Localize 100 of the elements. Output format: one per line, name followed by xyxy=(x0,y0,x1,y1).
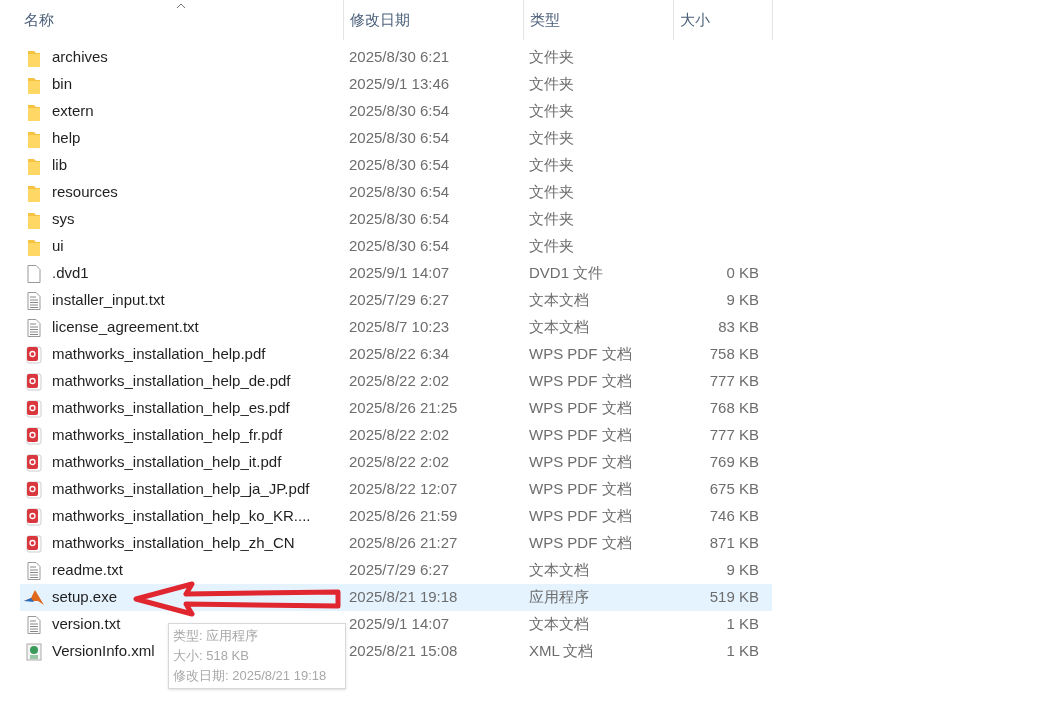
file-size: 746 KB xyxy=(709,506,759,527)
modified-date: 2025/8/30 6:54 xyxy=(349,236,451,257)
file-type: 文本文档 xyxy=(529,290,590,311)
modified-date: 2025/8/21 19:18 xyxy=(349,587,459,608)
modified-date: 2025/8/21 15:08 xyxy=(349,641,459,662)
file-name: ui xyxy=(52,236,64,257)
folder-icon xyxy=(28,237,40,256)
pdf-icon xyxy=(26,426,42,445)
file-type: 文件夹 xyxy=(529,74,575,95)
file-type: 文本文档 xyxy=(529,317,590,338)
file-name: VersionInfo.xml xyxy=(52,641,155,662)
file-name: bin xyxy=(52,74,73,95)
file-name: extern xyxy=(52,101,94,122)
peak-surface-icon xyxy=(24,588,44,607)
file-type: XML 文档 xyxy=(529,641,595,662)
file-size: 758 KB xyxy=(709,344,759,365)
column-header[interactable]: 类型 xyxy=(523,0,673,40)
folder-icon xyxy=(28,102,40,121)
text-file-icon xyxy=(27,291,41,310)
modified-date: 2025/8/26 21:59 xyxy=(349,506,459,527)
modified-date: 2025/8/26 21:27 xyxy=(349,533,459,554)
file-type: WPS PDF 文档 xyxy=(529,479,633,500)
file-name: mathworks_installation_help_zh_CN xyxy=(52,533,295,554)
text-file-icon xyxy=(27,615,41,634)
file-type: WPS PDF 文档 xyxy=(529,371,633,392)
file-name: mathworks_installation_help_de.pdf xyxy=(52,371,291,392)
file-name: license_agreement.txt xyxy=(52,317,199,338)
file-size: 83 KB xyxy=(718,317,759,338)
modified-date: 2025/8/30 6:54 xyxy=(349,182,451,203)
column-header[interactable]: 修改日期 xyxy=(343,0,523,40)
modified-date: 2025/9/1 14:07 xyxy=(349,614,451,635)
pdf-icon xyxy=(26,345,42,364)
modified-date: 2025/8/22 2:02 xyxy=(349,425,451,446)
file-name: .dvd1 xyxy=(52,263,89,284)
file-size: 9 KB xyxy=(726,290,759,311)
modified-date: 2025/8/30 6:54 xyxy=(349,155,451,176)
modified-date: 2025/8/30 6:54 xyxy=(349,128,451,149)
file-name: mathworks_installation_help_ko_KR.... xyxy=(52,506,311,527)
file-name: installer_input.txt xyxy=(52,290,165,311)
file-type: DVD1 文件 xyxy=(529,263,605,284)
file-type: WPS PDF 文档 xyxy=(529,425,633,446)
modified-date: 2025/8/22 6:34 xyxy=(349,344,451,365)
file-type: 文件夹 xyxy=(529,128,575,149)
folder-icon xyxy=(28,210,40,229)
file-name: sys xyxy=(52,209,75,230)
pdf-icon xyxy=(26,372,42,391)
file-type: WPS PDF 文档 xyxy=(529,506,633,527)
file-size: 871 KB xyxy=(709,533,759,554)
file-name: help xyxy=(52,128,81,149)
file-size: 1 KB xyxy=(726,641,759,662)
folder-icon xyxy=(28,156,40,175)
tooltip-line: 类型: 应用程序 xyxy=(173,627,260,645)
modified-date: 2025/8/26 21:25 xyxy=(349,398,459,419)
file-name: mathworks_installation_help.pdf xyxy=(52,344,266,365)
file-type: 文件夹 xyxy=(529,236,575,257)
file-type: 文件夹 xyxy=(529,182,575,203)
file-name: lib xyxy=(52,155,67,176)
text-file-icon xyxy=(27,561,41,580)
file-type: 文件夹 xyxy=(529,101,575,122)
file-type: WPS PDF 文档 xyxy=(529,533,633,554)
pdf-icon xyxy=(26,480,42,499)
file-name: mathworks_installation_help_ja_JP.pdf xyxy=(52,479,310,500)
modified-date: 2025/8/7 10:23 xyxy=(349,317,451,338)
file-size: 0 KB xyxy=(726,263,759,284)
file-type: WPS PDF 文档 xyxy=(529,344,633,365)
file-name: archives xyxy=(52,47,108,68)
modified-date: 2025/7/29 6:27 xyxy=(349,290,451,311)
pdf-icon xyxy=(26,507,42,526)
column-header[interactable]: 大小 xyxy=(673,0,773,40)
file-name: setup.exe xyxy=(52,587,118,608)
modified-date: 2025/8/22 2:02 xyxy=(349,452,451,473)
folder-icon xyxy=(28,129,40,148)
file-size: 777 KB xyxy=(709,425,759,446)
modified-date: 2025/8/22 2:02 xyxy=(349,371,451,392)
file-size: 768 KB xyxy=(709,398,759,419)
modified-date: 2025/8/30 6:21 xyxy=(349,47,451,68)
file-icon xyxy=(27,264,41,283)
modified-date: 2025/8/22 12:07 xyxy=(349,479,459,500)
file-name: resources xyxy=(52,182,118,203)
file-type: WPS PDF 文档 xyxy=(529,398,633,419)
folder-icon xyxy=(28,75,40,94)
file-size: 9 KB xyxy=(726,560,759,581)
file-size: 1 KB xyxy=(726,614,759,635)
file-name: mathworks_installation_help_es.pdf xyxy=(52,398,290,419)
file-type: 文本文档 xyxy=(529,614,590,635)
modified-date: 2025/8/30 6:54 xyxy=(349,101,451,122)
file-name: mathworks_installation_help_it.pdf xyxy=(52,452,282,473)
file-size: 769 KB xyxy=(709,452,759,473)
pdf-icon xyxy=(26,399,42,418)
xml-file-icon xyxy=(26,642,42,661)
file-type: 文件夹 xyxy=(529,209,575,230)
text-file-icon xyxy=(27,318,41,337)
file-name: version.txt xyxy=(52,614,121,635)
file-type: 文件夹 xyxy=(529,155,575,176)
modified-date: 2025/7/29 6:27 xyxy=(349,560,451,581)
column-header[interactable]: 名称 xyxy=(18,0,343,40)
file-name: readme.txt xyxy=(52,560,123,581)
file-size: 519 KB xyxy=(709,587,759,608)
tooltip-line: 大小: 518 KB xyxy=(173,647,250,665)
file-type: 文件夹 xyxy=(529,47,575,68)
